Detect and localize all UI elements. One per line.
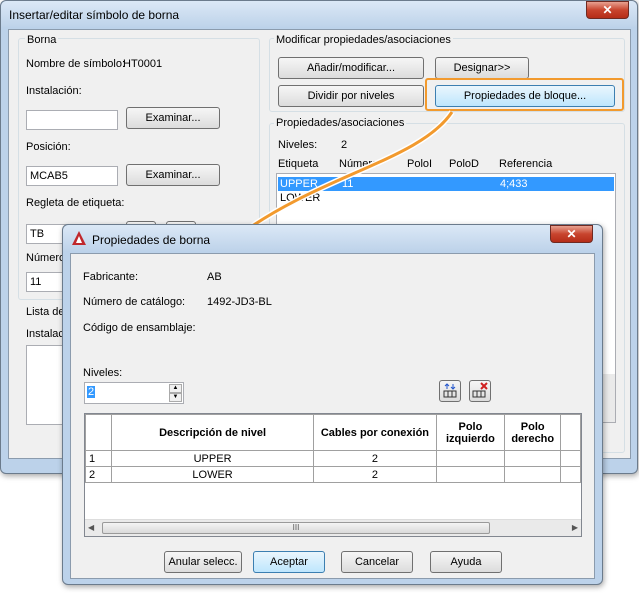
dialog-close-button[interactable]: ✕ <box>550 225 593 243</box>
catalog-label: Número de catálogo: <box>83 296 186 308</box>
stepper-up-button[interactable]: ▲ <box>169 384 182 393</box>
assembly-label: Código de ensamblaje: <box>83 322 196 334</box>
cancel-button[interactable]: Cancelar <box>341 551 413 573</box>
manufacturer-value: AB <box>207 271 222 283</box>
row-index[interactable]: 2 <box>85 466 112 483</box>
header-left-pole[interactable]: Polo izquierdo <box>435 414 506 451</box>
dialog-title-bar: Propiedades de borna ✕ <box>63 225 602 251</box>
dialog-client-area: Fabricante: AB Número de catálogo: 1492-… <box>70 253 595 579</box>
levels-grid[interactable]: Descripción de nivel Cables por conexión… <box>84 413 582 537</box>
scroll-thumb[interactable]: III <box>102 522 490 534</box>
help-button[interactable]: Ayuda <box>430 551 502 573</box>
scroll-right-icon[interactable]: ▶ <box>572 523 578 532</box>
header-cables[interactable]: Cables por conexión <box>313 414 437 451</box>
delete-row-icon[interactable] <box>469 380 491 402</box>
row-description[interactable]: LOWER <box>110 466 315 483</box>
table-row[interactable]: 2 LOWER 2 <box>85 466 581 483</box>
table-row[interactable]: 1 UPPER 2 <box>85 450 581 467</box>
accept-button[interactable]: Aceptar <box>253 551 325 573</box>
dialog-levels-label: Niveles: <box>83 367 123 379</box>
header-right-pole[interactable]: Polo derecho <box>504 414 562 451</box>
catalog-value: 1492-JD3-BL <box>207 296 272 308</box>
stepper-down-button[interactable]: ▼ <box>169 393 182 402</box>
manufacturer-label: Fabricante: <box>83 271 139 283</box>
row-description[interactable]: UPPER <box>110 450 315 467</box>
row-index[interactable]: 1 <box>85 450 112 467</box>
insert-row-icon[interactable] <box>439 380 461 402</box>
grid-horizontal-scrollbar[interactable]: ◀ III ▶ <box>85 519 581 536</box>
dialog-title: Propiedades de borna <box>92 233 211 247</box>
row-cables[interactable]: 2 <box>313 450 437 467</box>
app-logo-icon <box>72 231 86 245</box>
levels-stepper-value: 2 <box>87 386 96 398</box>
scroll-left-icon[interactable]: ◀ <box>88 523 94 532</box>
header-description[interactable]: Descripción de nivel <box>110 414 315 451</box>
dialog-window: Propiedades de borna ✕ Fabricante: AB Nú… <box>62 224 603 585</box>
levels-stepper[interactable]: 2 ▲ ▼ <box>84 382 184 404</box>
row-cables[interactable]: 2 <box>313 466 437 483</box>
clear-selection-button[interactable]: Anular selecc. <box>164 551 242 573</box>
